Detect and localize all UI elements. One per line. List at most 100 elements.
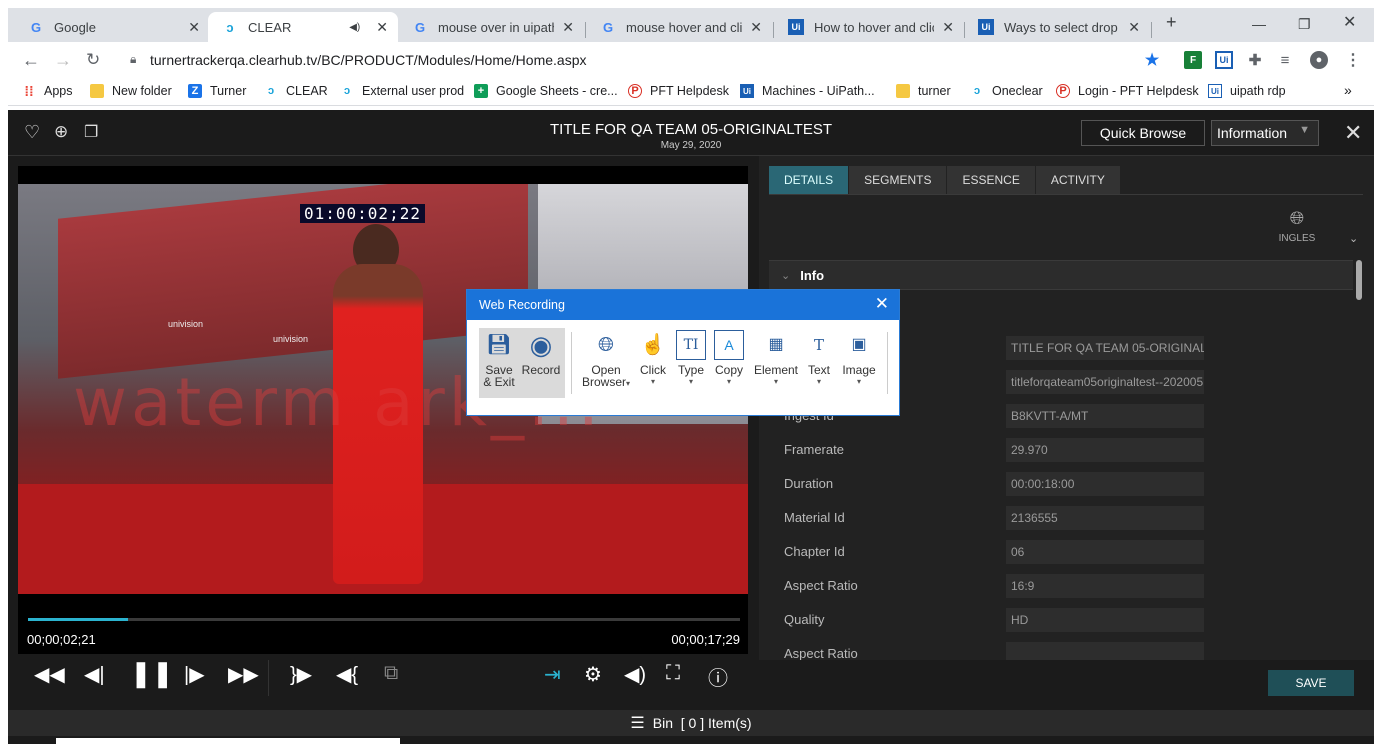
quick-browse-button[interactable]: Quick Browse: [1081, 120, 1205, 146]
bookmark-new-folder[interactable]: New folder: [90, 84, 172, 98]
star-icon[interactable]: ★: [1143, 51, 1161, 69]
add-clip-icon[interactable]: ⧉: [384, 662, 398, 685]
bookmarks-more[interactable]: »: [1344, 82, 1352, 98]
language-selector[interactable]: 🌐︎ INGLES: [1269, 208, 1325, 244]
close-icon[interactable]: ✕: [1344, 120, 1362, 146]
tab-title: CLEAR: [248, 19, 292, 35]
progress-bar[interactable]: [28, 618, 740, 621]
element-button[interactable]: ▦ Element ▾: [751, 330, 801, 388]
bookmark-external-user-prod[interactable]: ↄ External user prod: [340, 84, 464, 98]
close-icon[interactable]: ✕: [376, 19, 388, 36]
close-icon[interactable]: ✕: [942, 19, 954, 36]
restore-icon[interactable]: ❐: [1298, 16, 1311, 33]
dropdown-icon: ▾: [856, 377, 861, 386]
menu-icon[interactable]: ⋮: [1344, 51, 1362, 69]
ingest-id-field[interactable]: B8KVTT-A/MT: [1006, 404, 1204, 428]
tab-details[interactable]: DETAILS: [769, 166, 850, 194]
image-button[interactable]: ▣ Image ▾: [839, 330, 879, 388]
name-field[interactable]: titleforqateam05originaltest--202005: [1006, 370, 1204, 394]
address-bar[interactable]: turnertrackerqa.clearhub.tv/BC/PRODUCT/M…: [150, 52, 587, 68]
type-button[interactable]: TI Type ▾: [671, 330, 711, 388]
forward-icon[interactable]: →: [54, 50, 72, 71]
copy-button[interactable]: A Copy ▾: [709, 330, 749, 388]
web-recording-dialog: Web Recording ✕ 💾︎ Save & Exit ◉ Record …: [466, 289, 900, 416]
bookmark-label: Login - PFT Helpdesk: [1078, 84, 1199, 98]
bookmark-machines-uipath[interactable]: Ui Machines - UiPath...: [740, 84, 875, 98]
dropdown-icon: ▾: [650, 377, 655, 386]
title-field[interactable]: TITLE FOR QA TEAM 05-ORIGINALTE: [1006, 336, 1204, 360]
help-icon[interactable]: ⓘ: [708, 662, 728, 691]
pin-icon[interactable]: ⇥: [544, 662, 561, 687]
mark-out-icon[interactable]: ◀{: [336, 662, 358, 687]
aspect-ratio-field-2[interactable]: [1006, 642, 1204, 660]
volume-icon[interactable]: ◀): [624, 662, 646, 687]
framerate-field[interactable]: 29.970: [1006, 438, 1204, 462]
bookmark-label: Turner: [210, 84, 247, 98]
quality-field[interactable]: HD: [1006, 608, 1204, 632]
bin-bar[interactable]: ☰ Bin [ 0 ] Item(s): [8, 710, 1374, 736]
new-tab-button[interactable]: +: [1166, 12, 1177, 33]
tab-segments[interactable]: SEGMENTS: [849, 166, 948, 194]
bookmark-turner-folder[interactable]: turner: [896, 84, 951, 98]
fast-forward-icon[interactable]: ▶▶: [228, 662, 259, 687]
close-icon[interactable]: ✕: [875, 294, 889, 314]
rewind-icon[interactable]: ◀◀: [34, 662, 65, 687]
record-button[interactable]: ◉ Record: [521, 330, 561, 376]
chevron-down-icon[interactable]: ⌄: [1349, 232, 1358, 245]
click-button[interactable]: ☝ Click ▾: [633, 330, 673, 388]
text-button[interactable]: T Text ▾: [799, 330, 839, 388]
bookmark-google-sheets[interactable]: + Google Sheets - cre...: [474, 84, 618, 98]
uipath-icon[interactable]: Ui: [1215, 51, 1233, 69]
button-label: Type: [677, 363, 704, 377]
info-select[interactable]: Information ▼: [1211, 120, 1319, 146]
media-icon[interactable]: ≡: [1276, 51, 1294, 69]
folder-icon: [90, 84, 104, 98]
bookmark-label: turner: [918, 84, 951, 98]
open-browser-button[interactable]: 🌐︎ Open Browser▾: [581, 330, 631, 390]
minimize-icon[interactable]: —: [1252, 16, 1266, 32]
bookmark-uipath-rdp[interactable]: Ui uipath rdp: [1208, 84, 1286, 98]
browser-tab-clear[interactable]: ↄ CLEAR ◀) ✕: [208, 12, 398, 42]
close-icon[interactable]: ✕: [750, 19, 762, 36]
tab-essence[interactable]: ESSENCE: [947, 166, 1036, 194]
browser-tab-how-to-hover[interactable]: Ui How to hover and click ✕: [774, 12, 964, 42]
close-icon[interactable]: ✕: [1128, 19, 1140, 36]
scrollbar-thumb[interactable]: [1356, 260, 1362, 300]
material-id-field[interactable]: 2136555: [1006, 506, 1204, 530]
step-back-icon[interactable]: ◀|: [84, 662, 105, 687]
info-section-header[interactable]: ⌄ Info: [769, 260, 1353, 290]
browser-tab-google[interactable]: G Google ✕: [14, 12, 210, 42]
step-forward-icon[interactable]: |▶: [184, 662, 205, 687]
aspect-ratio-field[interactable]: 16:9: [1006, 574, 1204, 598]
close-icon[interactable]: ✕: [188, 19, 200, 36]
click-icon: ☝: [640, 334, 666, 356]
chapter-id-field[interactable]: 06: [1006, 540, 1204, 564]
bookmark-oneclear[interactable]: ↄ Oneclear: [970, 84, 1043, 98]
bookmark-login-pft[interactable]: P Login - PFT Helpdesk: [1056, 84, 1199, 98]
back-icon[interactable]: ←: [22, 50, 40, 71]
scrollbar[interactable]: [1356, 260, 1362, 660]
duration-field[interactable]: 00:00:18:00: [1006, 472, 1204, 496]
bookmark-turner[interactable]: Z Turner: [188, 84, 246, 98]
current-time: 00;00;02;21: [27, 632, 96, 647]
bookmark-apps[interactable]: ⁞⁞ Apps: [22, 83, 72, 99]
close-icon[interactable]: ✕: [562, 19, 574, 36]
fullscreen-icon[interactable]: ⛶: [666, 662, 680, 685]
pause-icon[interactable]: ❚❚: [130, 658, 174, 689]
mark-in-icon[interactable]: }▶: [290, 662, 312, 687]
gear-icon[interactable]: ⚙: [584, 662, 602, 687]
bookmark-clear[interactable]: ↄ CLEAR: [264, 84, 328, 98]
button-label: Click: [640, 363, 666, 377]
window-close-icon[interactable]: ✕: [1343, 12, 1356, 32]
save-exit-button[interactable]: 💾︎ Save & Exit: [479, 330, 519, 388]
save-button[interactable]: SAVE: [1268, 670, 1354, 696]
reload-icon[interactable]: ↻: [86, 50, 100, 70]
profile-icon[interactable]: ●: [1310, 51, 1328, 69]
bookmark-pft-helpdesk[interactable]: P PFT Helpdesk: [628, 84, 729, 98]
extension-icon[interactable]: F: [1184, 51, 1202, 69]
tab-activity[interactable]: ACTIVITY: [1035, 166, 1121, 194]
browser-tab-mouse-over[interactable]: G mouse over in uipath a ✕: [398, 12, 584, 42]
browser-tab-mouse-hover[interactable]: G mouse hover and click ✕: [586, 12, 772, 42]
puzzle-icon[interactable]: ✚: [1246, 51, 1264, 69]
browser-tab-ways-to-select[interactable]: Ui Ways to select drop do ✕: [964, 12, 1150, 42]
